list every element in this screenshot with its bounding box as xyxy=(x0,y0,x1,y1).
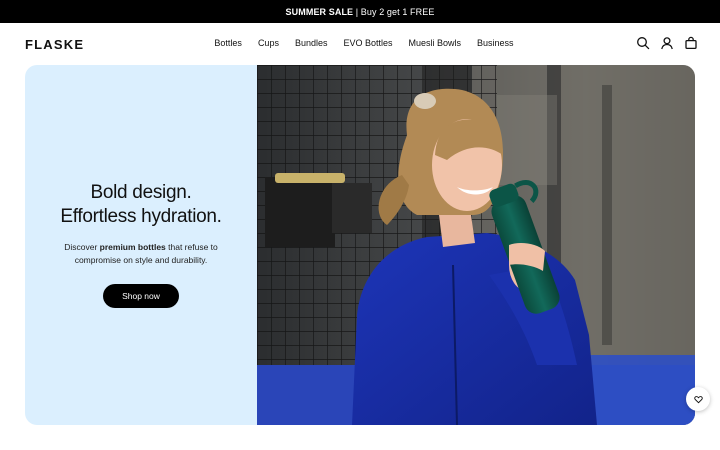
hero-title-line2: Effortless hydration. xyxy=(60,206,222,227)
bag-icon[interactable] xyxy=(684,36,698,50)
promo-highlight: SUMMER SALE xyxy=(285,6,354,17)
hero-sub-after: that refuse to xyxy=(165,242,218,252)
search-icon[interactable] xyxy=(636,36,650,50)
nav-bundles[interactable]: Bundles xyxy=(295,38,328,48)
nav-bottles[interactable]: Bottles xyxy=(214,38,242,48)
promo-text: | Buy 2 get 1 FREE xyxy=(353,6,435,17)
heart-icon xyxy=(693,395,703,403)
user-icon[interactable] xyxy=(660,36,674,50)
hero-title: Bold design. Effortless hydration. xyxy=(25,181,257,229)
site-header: FLASKE Bottles Cups Bundles EVO Bottles … xyxy=(0,23,720,65)
shop-now-button[interactable]: Shop now xyxy=(103,284,179,308)
hero-title-line1: Bold design. xyxy=(90,182,192,203)
header-actions xyxy=(636,36,698,50)
nav-muesli-bowls[interactable]: Muesli Bowls xyxy=(409,38,462,48)
wishlist-button[interactable] xyxy=(686,387,710,411)
hero-sub-line2: compromise on style and durability. xyxy=(74,255,208,265)
nav-business[interactable]: Business xyxy=(477,38,514,48)
hero-banner: Bold design. Effortless hydration. Disco… xyxy=(25,65,695,425)
hero-image xyxy=(257,65,695,425)
main-nav: Bottles Cups Bundles EVO Bottles Muesli … xyxy=(0,38,720,48)
hero-sub-bold: premium bottles xyxy=(99,242,166,252)
nav-evo-bottles[interactable]: EVO Bottles xyxy=(343,38,392,48)
promo-bar: SUMMER SALE | Buy 2 get 1 FREE xyxy=(0,0,720,23)
hero-text-panel: Bold design. Effortless hydration. Disco… xyxy=(25,65,257,425)
nav-cups[interactable]: Cups xyxy=(258,38,279,48)
hero-subtitle: Discover premium bottles that refuse to … xyxy=(25,241,257,267)
hero-sub-before: Discover xyxy=(64,242,100,252)
